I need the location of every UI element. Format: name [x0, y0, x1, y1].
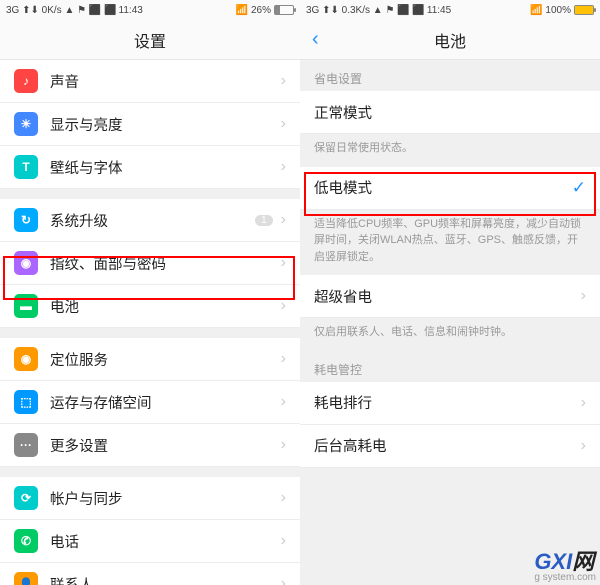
header: ‹ 电池 — [300, 20, 600, 60]
status-bar: 3G ⬆⬇ 0.3K/s ▲ ⚑ ⬛ ⬛11:45 📶100% — [300, 0, 600, 20]
row-label: 显示与亮度 — [50, 114, 281, 135]
batt-pct: 100% — [545, 5, 571, 16]
display-icon: ☀ — [14, 112, 38, 136]
row-normal-mode[interactable]: 正常模式 — [300, 91, 600, 134]
battery-icon — [574, 5, 594, 15]
chevron-icon: › — [281, 575, 286, 585]
row-bg-power[interactable]: 后台高耗电› — [300, 425, 600, 468]
header: 设置 — [0, 20, 300, 60]
storage-icon: ⬚ — [14, 390, 38, 414]
status-bar: 3G ⬆⬇ 0K/s ▲ ⚑ ⬛ ⬛11:43 📶26% — [0, 0, 300, 20]
settings-row-phonec[interactable]: ✆ 电话› — [0, 520, 300, 563]
chevron-icon: › — [281, 254, 286, 272]
label: 耗电排行 — [314, 392, 581, 413]
wallpaper-icon: T — [14, 155, 38, 179]
batt-pct: 26% — [251, 5, 271, 16]
row-label: 指纹、面部与密码 — [50, 253, 281, 274]
chevron-icon: › — [281, 489, 286, 507]
section-power-saving: 省电设置 — [300, 60, 600, 91]
battery-content[interactable]: 省电设置 正常模式 保留日常使用状态。 低电模式✓ 适当降低CPU频率、GPU频… — [300, 60, 600, 585]
chevron-icon: › — [281, 436, 286, 454]
wifi-icon: 📶 — [530, 5, 542, 16]
label: 超级省电 — [314, 286, 581, 307]
label: 低电模式 — [314, 177, 572, 198]
row-low-power-mode[interactable]: 低电模式✓ — [300, 167, 600, 210]
chevron-icon: › — [281, 158, 286, 176]
row-super-save[interactable]: 超级省电› — [300, 275, 600, 318]
settings-row-fingerprint[interactable]: ◉ 指纹、面部与密码› — [0, 242, 300, 285]
location-icon: ◉ — [14, 347, 38, 371]
battery-icon: ▬ — [14, 294, 38, 318]
label: 后台高耗电 — [314, 435, 581, 456]
settings-row-storage[interactable]: ⬚ 运存与存储空间› — [0, 381, 300, 424]
chevron-icon: › — [281, 297, 286, 315]
settings-row-display[interactable]: ☀ 显示与亮度› — [0, 103, 300, 146]
sync-icon: ⟳ — [14, 486, 38, 510]
fingerprint-icon: ◉ — [14, 251, 38, 275]
desc-super: 仅启用联系人、电话、信息和闹钟时钟。 — [300, 318, 600, 351]
settings-screen: 3G ⬆⬇ 0K/s ▲ ⚑ ⬛ ⬛11:43 📶26% 设置 ♪声音›☀显示与… — [0, 0, 300, 585]
section-mgmt: 耗电管控 — [300, 351, 600, 382]
settings-row-more[interactable]: ··· 更多设置› — [0, 424, 300, 467]
time: 11:45 — [427, 5, 451, 16]
page-title: 电池 — [434, 28, 466, 52]
settings-row-sync[interactable]: ⟳ 帐户与同步› — [0, 477, 300, 520]
settings-row-battery[interactable]: ▬ 电池› — [0, 285, 300, 328]
settings-row-location[interactable]: ◉ 定位服务› — [0, 338, 300, 381]
wifi-icon: 📶 — [236, 5, 248, 16]
settings-row-sound[interactable]: ♪ 声音› — [0, 60, 300, 103]
row-label: 电池 — [50, 296, 281, 317]
badge: 1 — [255, 215, 273, 226]
row-label: 电话 — [50, 531, 281, 552]
settings-list[interactable]: ♪声音›☀显示与亮度›T壁纸与字体›↻系统升级1›◉指纹、面部与密码›▬电池›◉… — [0, 60, 300, 585]
net-status: 3G ⬆⬇ 0K/s ▲ ⚑ ⬛ ⬛ — [6, 5, 117, 16]
label: 正常模式 — [314, 102, 586, 123]
desc-normal: 保留日常使用状态。 — [300, 134, 600, 167]
row-label: 更多设置 — [50, 435, 281, 456]
chevron-icon: › — [581, 394, 586, 412]
chevron-icon: › — [281, 532, 286, 550]
row-label: 帐户与同步 — [50, 488, 281, 509]
row-label: 系统升级 — [50, 210, 255, 231]
desc-low: 适当降低CPU频率、GPU频率和屏幕亮度，减少自动锁屏时间，关闭WLAN热点、蓝… — [300, 210, 600, 276]
battery-icon — [274, 5, 294, 15]
settings-row-upgrade[interactable]: ↻ 系统升级1 › — [0, 199, 300, 242]
time: 11:43 — [119, 5, 143, 16]
more-icon: ··· — [14, 433, 38, 457]
watermark: GXI网 g system.com — [534, 551, 596, 583]
row-label: 声音 — [50, 71, 281, 92]
chevron-icon: › — [281, 115, 286, 133]
chevron-icon: › — [281, 211, 286, 229]
chevron-icon: › — [281, 350, 286, 368]
upgrade-icon: ↻ — [14, 208, 38, 232]
settings-row-wallpaper[interactable]: T 壁纸与字体› — [0, 146, 300, 189]
contact-icon: 👤 — [14, 572, 38, 585]
settings-row-contact[interactable]: 👤 联系人› — [0, 563, 300, 585]
page-title: 设置 — [134, 28, 166, 52]
check-icon: ✓ — [572, 178, 586, 198]
net-status: 3G ⬆⬇ 0.3K/s ▲ ⚑ ⬛ ⬛ — [306, 5, 425, 16]
row-label: 定位服务 — [50, 349, 281, 370]
sound-icon: ♪ — [14, 69, 38, 93]
chevron-icon: › — [581, 437, 586, 455]
row-label: 壁纸与字体 — [50, 157, 281, 178]
phonec-icon: ✆ — [14, 529, 38, 553]
chevron-icon: › — [281, 72, 286, 90]
row-label: 运存与存储空间 — [50, 392, 281, 413]
chevron-icon: › — [281, 393, 286, 411]
battery-screen: 3G ⬆⬇ 0.3K/s ▲ ⚑ ⬛ ⬛11:45 📶100% ‹ 电池 省电设… — [300, 0, 600, 585]
chevron-icon: › — [581, 287, 586, 305]
row-power-rank[interactable]: 耗电排行› — [300, 382, 600, 425]
row-label: 联系人 — [50, 574, 281, 585]
back-button[interactable]: ‹ — [312, 28, 319, 51]
